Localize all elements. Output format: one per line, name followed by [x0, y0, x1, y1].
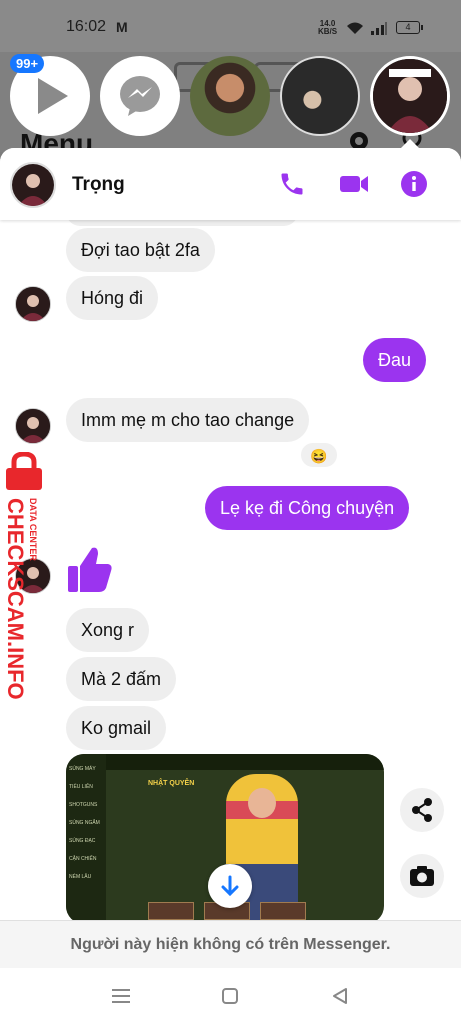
game-item-slot [260, 902, 306, 920]
game-menu-item: CẬN CHIẾN [69, 856, 97, 862]
message-bubble-sent[interactable]: Đau [363, 338, 427, 382]
watermark-subtext: DATA CENTER [28, 498, 38, 561]
game-menu-item: SÚNG ĐẠC [69, 838, 96, 844]
contact-avatar[interactable] [10, 162, 56, 208]
status-bar: 16:02 M 14.0 KB/S 4 [0, 0, 461, 52]
message-list[interactable]: Đợi tao bật 2fa Hóng đi Đau Imm mẹ m cho… [0, 148, 461, 928]
unread-badge: 99+ [10, 54, 45, 73]
game-menu-item: TIỂU LIÊN [69, 784, 93, 790]
notification-m-icon: M [116, 19, 128, 35]
unavailable-notice: Người này hiện không có trên Messenger. [0, 920, 461, 968]
contact-name[interactable]: Trọng [72, 174, 125, 196]
chat-head-contact[interactable] [190, 56, 270, 136]
game-player-name: NHẬT QUYÊN [148, 780, 195, 787]
message-bubble[interactable]: Mà 2 đấm [66, 657, 177, 701]
wifi-icon [347, 22, 363, 34]
reaction-emoji[interactable]: 😆 [300, 442, 338, 468]
game-menu-item: SÚNG NGẮM [69, 820, 100, 826]
game-top-bar [106, 754, 384, 770]
message-bubble[interactable]: Hóng đi [66, 276, 159, 320]
network-speed-unit: KB/S [318, 27, 338, 36]
camera-button[interactable] [400, 854, 444, 898]
phone-icon[interactable] [278, 170, 306, 198]
avatar-image [373, 59, 447, 133]
game-menu-item: SÚNG MÁY [69, 766, 96, 772]
menu-nav-icon[interactable] [110, 986, 132, 1006]
contact-avatar-small [15, 408, 51, 444]
game-item-slot [148, 902, 194, 920]
chat-header: Trọng [0, 148, 461, 220]
message-bubble[interactable]: Ko gmail [66, 706, 167, 750]
chat-head-trong[interactable] [370, 56, 450, 136]
message-bubble-sent[interactable]: Lẹ kẹ đi Công chuyện [205, 486, 410, 530]
navigation-bar [0, 968, 461, 1024]
image-attachment[interactable]: SÚNG MÁY TIỂU LIÊN SHOTGUNS SÚNG NGẮM SÚ… [66, 754, 384, 924]
camera-icon [410, 866, 434, 886]
network-speed: 14.0 KB/S [318, 20, 337, 36]
status-time: 16:02 [66, 18, 107, 35]
scroll-to-bottom-button[interactable] [208, 864, 252, 908]
video-call-icon[interactable] [338, 170, 370, 198]
message-bubble[interactable]: Imm mẹ m cho tao change [66, 398, 310, 442]
thumbs-up-icon[interactable] [66, 544, 114, 594]
info-icon[interactable] [400, 170, 428, 198]
avatar-image [12, 164, 54, 206]
watermark-text: CHECKSCAM.INFO [3, 498, 28, 700]
signal-icon [371, 22, 387, 35]
messenger-icon [120, 76, 160, 116]
game-side-menu: SÚNG MÁY TIỂU LIÊN SHOTGUNS SÚNG NGẮM SÚ… [66, 754, 106, 924]
message-bubble[interactable]: Xong r [66, 608, 150, 652]
chat-head-messenger[interactable] [100, 56, 180, 136]
home-nav-icon[interactable] [220, 986, 240, 1006]
share-button[interactable] [400, 788, 444, 832]
share-icon [412, 798, 432, 822]
chat-panel: Trọng Đợi tao bật 2fa Hóng đi Đau Imm mẹ… [0, 148, 461, 968]
back-nav-icon[interactable] [330, 986, 350, 1006]
contact-avatar-small [15, 286, 51, 322]
game-menu-item: SHOTGUNS [69, 802, 98, 808]
chat-head-contact[interactable] [280, 56, 360, 136]
battery-icon: 4 [396, 21, 423, 34]
game-character-face [248, 788, 276, 818]
arrow-down-icon [221, 875, 239, 897]
game-menu-item: NÉM LÂU [69, 874, 92, 880]
message-bubble[interactable]: Đợi tao bật 2fa [66, 228, 215, 272]
lock-watermark-icon [6, 452, 42, 490]
